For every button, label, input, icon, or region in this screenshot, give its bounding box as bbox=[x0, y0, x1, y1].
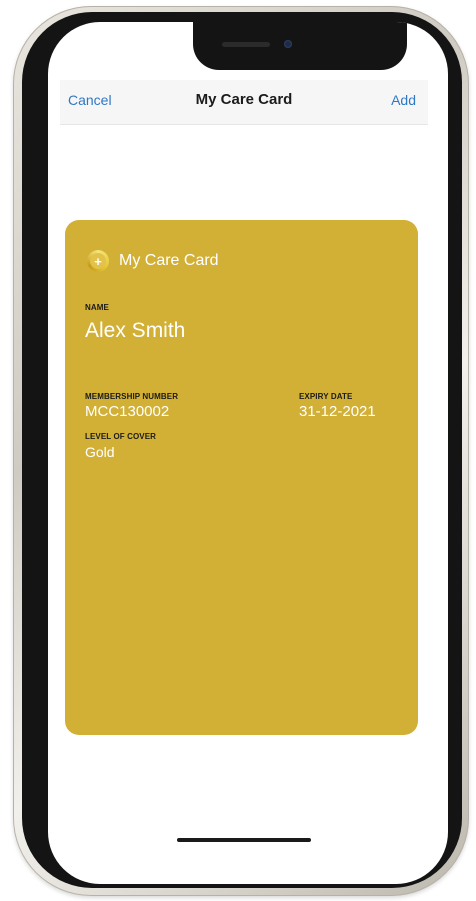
membership-number-value: MCC130002 bbox=[85, 403, 170, 420]
name-label: NAME bbox=[85, 303, 109, 312]
home-indicator[interactable] bbox=[177, 838, 311, 842]
phone-mockup: Cancel My Care Card Add + My Care Card N… bbox=[0, 0, 476, 901]
care-card: + My Care Card NAME Alex Smith MEMBERSHI… bbox=[65, 220, 418, 735]
level-of-cover-label: LEVEL OF COVER bbox=[85, 432, 157, 441]
add-button[interactable]: Add bbox=[391, 92, 416, 108]
card-brand-name: My Care Card bbox=[119, 252, 219, 269]
page-title: My Care Card bbox=[195, 91, 293, 108]
name-value: Alex Smith bbox=[85, 319, 186, 342]
membership-number-label: MEMBERSHIP NUMBER bbox=[85, 392, 179, 401]
plus-circle-icon: + bbox=[87, 250, 109, 272]
camera-icon bbox=[284, 40, 292, 48]
level-of-cover-value: Gold bbox=[85, 444, 115, 460]
expiry-date-label: EXPIRY DATE bbox=[299, 392, 353, 401]
speaker-grille bbox=[222, 42, 270, 47]
navigation-bar: Cancel My Care Card Add bbox=[60, 80, 428, 125]
expiry-date-value: 31-12-2021 bbox=[299, 403, 376, 420]
